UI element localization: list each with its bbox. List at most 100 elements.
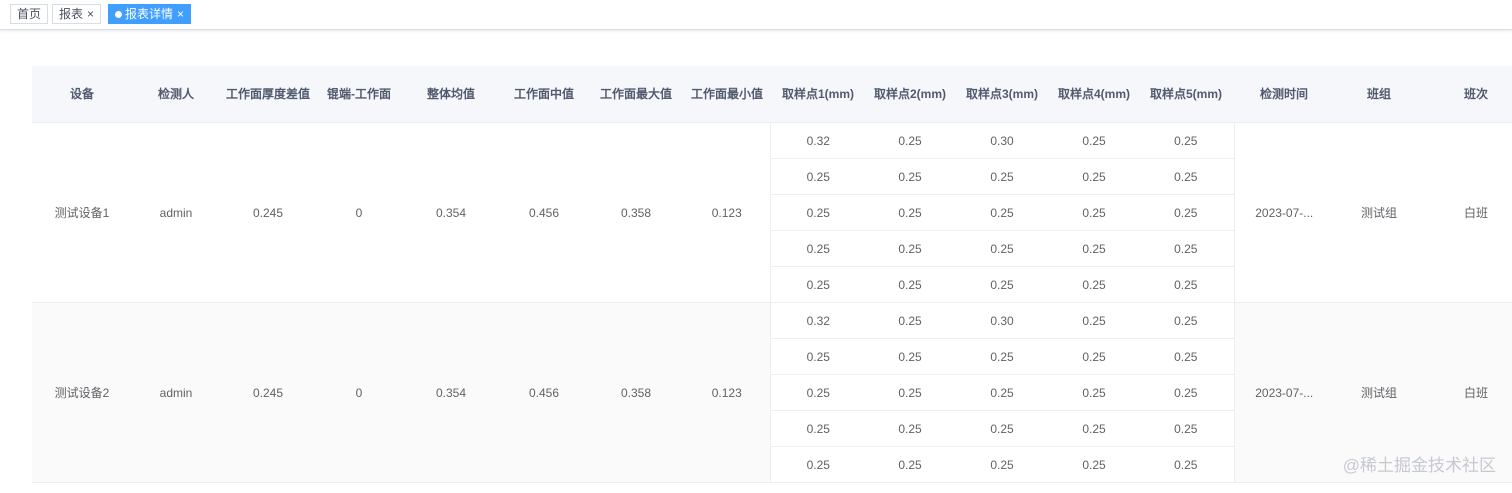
tab-report-label: 报表 xyxy=(59,7,84,21)
column-header: 检测人 xyxy=(132,66,220,123)
cell-sample-point-3: 0.30 xyxy=(954,302,1050,339)
table-header-row: 设备 检测人 工作面厚度差值 锟端-工作面 整体均值 工作面中值 工作面最大值 工作面最小值取… xyxy=(32,66,1512,123)
cell-sample-point-3: 0.25 xyxy=(954,338,1050,375)
cell-sample-point-1: 0.25 xyxy=(769,374,866,411)
cell-roll-end: 0 xyxy=(316,302,402,483)
cell-thickness-diff: 0.245 xyxy=(220,302,316,483)
column-header: 班组 xyxy=(1334,66,1424,123)
table-row[interactable]: 测试设备2 admin 0.245 0 0.354 0.456 0.358 0.123 0.32… xyxy=(32,302,1512,483)
cell-sample-point-3: 0.25 xyxy=(954,230,1050,267)
report-detail-table: 设备 检测人 工作面厚度差值 锟端-工作面 整体均值 工作面中值 工作面最大值 工作面最小值取… xyxy=(32,66,1512,483)
cell-sample-point-3: 0.25 xyxy=(954,374,1050,411)
cell-device: 测试设备2 xyxy=(32,302,132,483)
cell-sample-point-2: 0.25 xyxy=(866,158,954,195)
cell-sample-point-5: 0.25 xyxy=(1138,266,1235,303)
cell-sample-point-4: 0.25 xyxy=(1050,266,1138,303)
column-header: 取样点1(mm) xyxy=(770,66,866,123)
column-header: 工作面最大值 xyxy=(588,66,684,123)
cell-sample-point-4: 0.25 xyxy=(1050,158,1138,195)
cell-sample-point-3: 0.25 xyxy=(954,446,1050,483)
column-header: 取样点2(mm) xyxy=(866,66,954,123)
cell-sample-point-5: 0.25 xyxy=(1138,446,1235,483)
tab-report[interactable]: 报表 × xyxy=(52,4,102,24)
cell-sample-point-5: 0.25 xyxy=(1138,338,1235,375)
cell-sample-point-2: 0.25 xyxy=(866,446,954,483)
cell-sample-point-4: 0.25 xyxy=(1050,338,1138,375)
tab-report-detail[interactable]: 报表详情 × xyxy=(108,4,192,24)
cell-sample-point-2: 0.25 xyxy=(866,266,954,303)
cell-device: 测试设备1 xyxy=(32,122,132,303)
tab-report-detail-label: 报表详情 xyxy=(125,7,174,21)
column-header: 取样点3(mm) xyxy=(954,66,1050,123)
report-table-container: 设备 检测人 工作面厚度差值 锟端-工作面 整体均值 工作面中值 工作面最大值 工作面最小值取… xyxy=(32,66,1512,483)
cell-inspector: admin xyxy=(132,302,220,483)
cell-sample-point-5: 0.25 xyxy=(1138,122,1235,159)
column-header: 检测时间 xyxy=(1234,66,1334,123)
cell-sample-point-5: 0.25 xyxy=(1138,194,1235,231)
cell-sample-point-1: 0.25 xyxy=(769,158,866,195)
cell-sample-point-2: 0.25 xyxy=(866,338,954,375)
column-header: 班次 xyxy=(1424,66,1512,123)
cell-sample-point-4: 0.25 xyxy=(1050,302,1138,339)
cell-sample-point-2: 0.25 xyxy=(866,230,954,267)
cell-sample-point-5: 0.25 xyxy=(1138,302,1235,339)
table-row[interactable]: 测试设备1 admin 0.245 0 0.354 0.456 0.358 0.123 0.32… xyxy=(32,122,1512,303)
tab-home-label: 首页 xyxy=(17,7,42,21)
cell-thickness-diff: 0.245 xyxy=(220,122,316,303)
column-header: 取样点5(mm) xyxy=(1138,66,1234,123)
cell-team: 测试组 xyxy=(1334,122,1424,303)
tags-view-bar: 首页 报表 × 报表详情 × xyxy=(0,0,1512,30)
column-header: 取样点4(mm) xyxy=(1050,66,1138,123)
cell-sample-point-5: 0.25 xyxy=(1138,374,1235,411)
cell-min: 0.123 xyxy=(684,122,770,303)
cell-overall-mean: 0.354 xyxy=(402,122,500,303)
cell-sample-point-4: 0.25 xyxy=(1050,230,1138,267)
cell-max: 0.358 xyxy=(588,122,684,303)
cell-sample-point-1: 0.32 xyxy=(769,122,866,159)
cell-sample-point-3: 0.25 xyxy=(954,194,1050,231)
active-dot-icon xyxy=(115,11,122,18)
cell-sample-point-1: 0.32 xyxy=(769,302,866,339)
cell-sample-point-4: 0.25 xyxy=(1050,374,1138,411)
cell-sample-point-5: 0.25 xyxy=(1138,230,1235,267)
cell-sample-point-2: 0.25 xyxy=(866,374,954,411)
cell-sample-point-1: 0.25 xyxy=(769,338,866,375)
cell-sample-point-5: 0.25 xyxy=(1138,410,1235,447)
cell-sample-point-1: 0.25 xyxy=(769,230,866,267)
cell-sample-point-2: 0.25 xyxy=(866,194,954,231)
cell-sample-point-2: 0.25 xyxy=(866,122,954,159)
cell-sample-point-1: 0.25 xyxy=(769,446,866,483)
cell-sample-point-3: 0.25 xyxy=(954,410,1050,447)
cell-time: 2023-07-... xyxy=(1234,302,1334,483)
cell-max: 0.358 xyxy=(588,302,684,483)
cell-shift: 白班 xyxy=(1424,122,1512,303)
column-header: 设备 xyxy=(32,66,132,123)
cell-sample-point-4: 0.25 xyxy=(1050,194,1138,231)
cell-time: 2023-07-... xyxy=(1234,122,1334,303)
cell-median: 0.456 xyxy=(500,302,588,483)
cell-sample-point-1: 0.25 xyxy=(769,266,866,303)
column-header: 锟端-工作面 xyxy=(316,66,402,123)
close-icon[interactable]: × xyxy=(177,5,184,23)
cell-min: 0.123 xyxy=(684,302,770,483)
cell-overall-mean: 0.354 xyxy=(402,302,500,483)
column-header: 工作面最小值 xyxy=(684,66,770,123)
cell-sample-point-2: 0.25 xyxy=(866,302,954,339)
close-icon[interactable]: × xyxy=(87,5,94,23)
column-header: 工作面中值 xyxy=(500,66,588,123)
cell-median: 0.456 xyxy=(500,122,588,303)
cell-sample-point-4: 0.25 xyxy=(1050,122,1138,159)
cell-roll-end: 0 xyxy=(316,122,402,303)
column-header: 工作面厚度差值 xyxy=(220,66,316,123)
cell-sample-point-1: 0.25 xyxy=(769,194,866,231)
cell-sample-point-1: 0.25 xyxy=(769,410,866,447)
cell-sample-point-2: 0.25 xyxy=(866,410,954,447)
cell-sample-point-3: 0.25 xyxy=(954,266,1050,303)
watermark: @稀土掘金技术社区 xyxy=(1342,456,1496,475)
cell-sample-point-4: 0.25 xyxy=(1050,446,1138,483)
cell-sample-point-3: 0.25 xyxy=(954,158,1050,195)
cell-inspector: admin xyxy=(132,122,220,303)
tab-home[interactable]: 首页 xyxy=(10,4,49,24)
column-header: 整体均值 xyxy=(402,66,500,123)
cell-sample-point-3: 0.30 xyxy=(954,122,1050,159)
